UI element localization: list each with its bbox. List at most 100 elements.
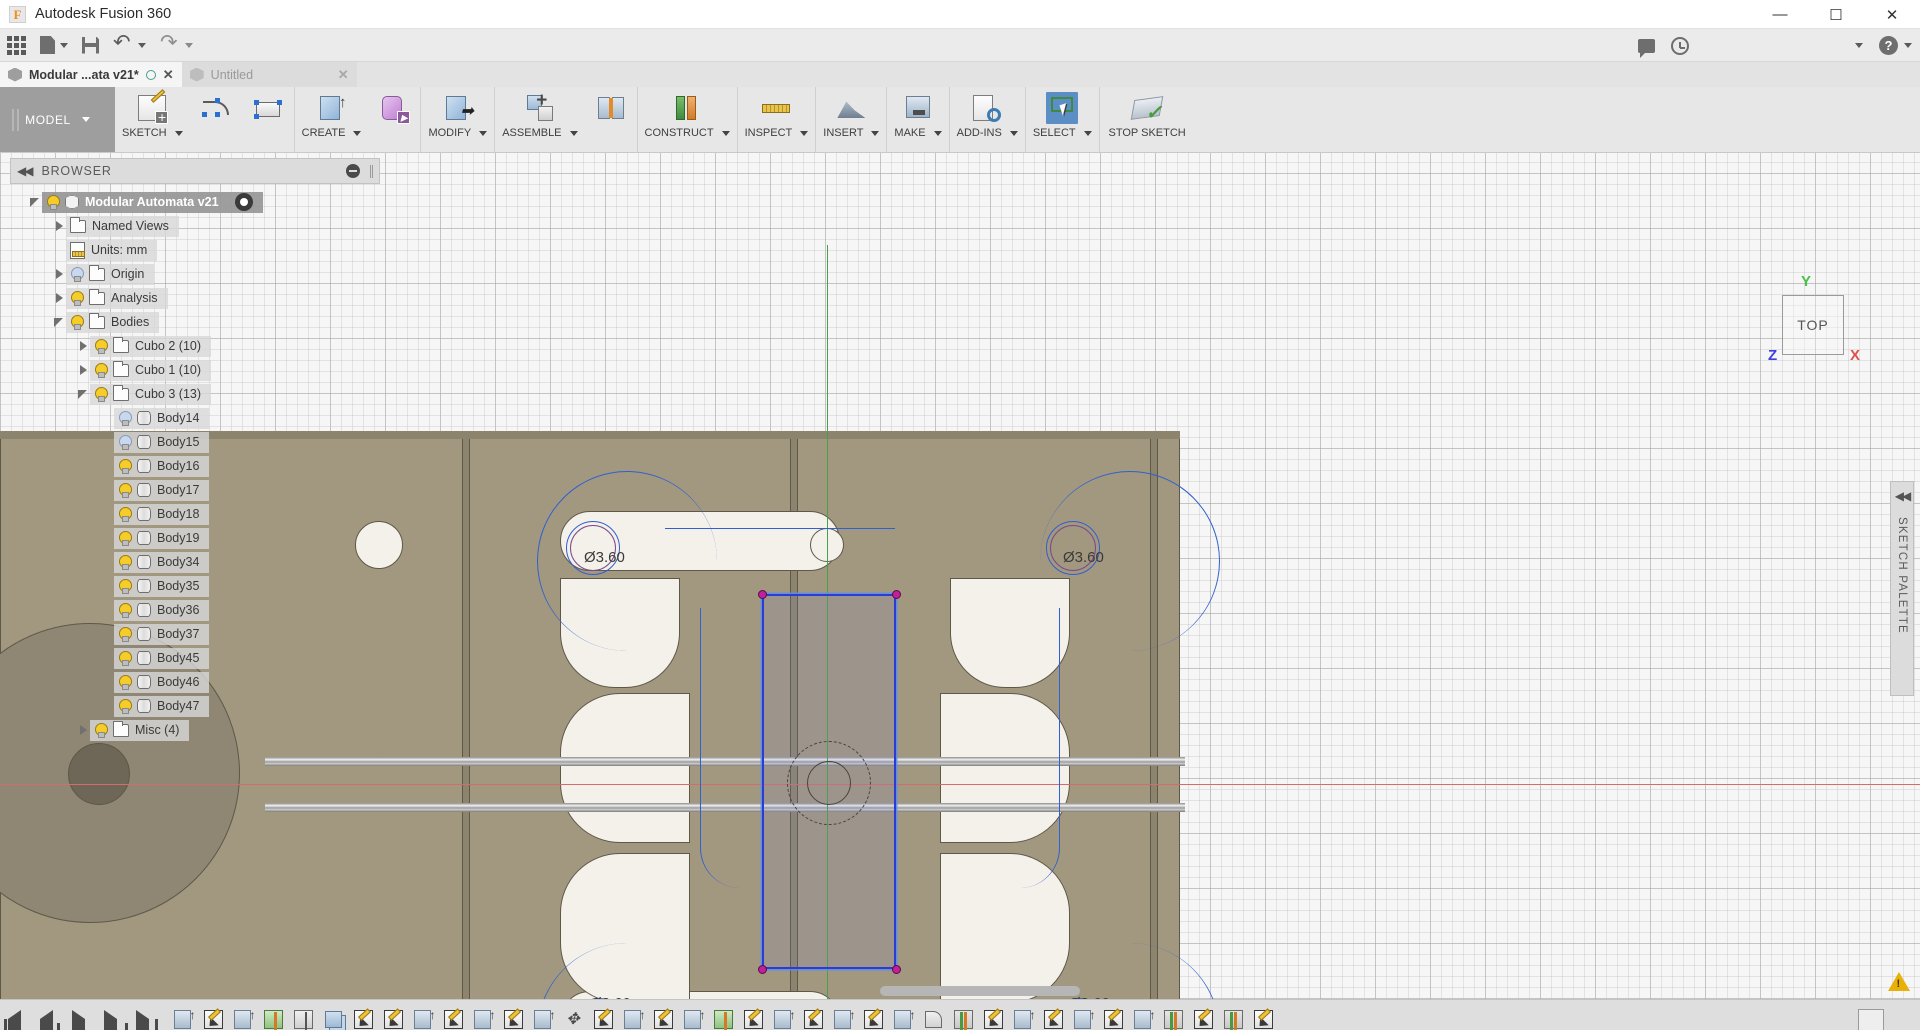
timeline-feature-component[interactable] — [1158, 1008, 1188, 1030]
select-tool-button[interactable]: SELECT — [1026, 87, 1099, 152]
undo-button[interactable] — [106, 29, 153, 62]
tree-item-body37[interactable]: Body37 — [10, 622, 380, 646]
horizontal-scrollbar[interactable] — [10, 986, 1100, 997]
timeline-feature-extrude[interactable]: ↑ — [408, 1008, 438, 1030]
tree-item-content[interactable]: Body15 — [114, 432, 209, 453]
minimize-icon[interactable] — [346, 164, 360, 178]
tree-item-body14[interactable]: Body14 — [10, 406, 380, 430]
three-d-print-button[interactable]: MAKE — [887, 87, 948, 152]
visibility-bulb-icon[interactable] — [94, 339, 107, 354]
stop-sketch-button[interactable]: ✓ STOP SKETCH — [1100, 87, 1195, 152]
redo-button[interactable] — [153, 29, 200, 62]
visibility-bulb-icon[interactable] — [118, 555, 131, 570]
press-pull-button[interactable]: ➡ MODIFY — [421, 87, 494, 152]
tree-item-content[interactable]: Cubo 3 (13) — [90, 384, 211, 405]
offset-plane-button[interactable]: CONSTRUCT — [638, 87, 737, 152]
timeline-feature-pattern[interactable] — [318, 1008, 348, 1030]
spline-button[interactable] — [190, 87, 242, 152]
view-cube[interactable]: TOP Y X Z — [1760, 275, 1860, 375]
visibility-bulb-icon[interactable] — [118, 627, 131, 642]
timeline-feature-sketch[interactable] — [1188, 1008, 1218, 1030]
tree-item-body36[interactable]: Body36 — [10, 598, 380, 622]
joint-button[interactable] — [585, 87, 637, 152]
tree-item-cubo-1-10[interactable]: Cubo 1 (10) — [10, 358, 380, 382]
timeline-feature-sketch[interactable] — [1038, 1008, 1068, 1030]
tree-item-body18[interactable]: Body18 — [10, 502, 380, 526]
timeline-feature-extrude[interactable]: ↑ — [1128, 1008, 1158, 1030]
timeline-feature-sketch[interactable] — [648, 1008, 678, 1030]
tree-item-content[interactable]: Bodies — [66, 312, 159, 333]
tree-item-body17[interactable]: Body17 — [10, 478, 380, 502]
scrollbar-thumb[interactable] — [880, 986, 1080, 996]
timeline-feature-sketch[interactable] — [1098, 1008, 1128, 1030]
tree-item-content[interactable]: Body18 — [114, 504, 209, 525]
tree-item-content[interactable]: Body16 — [114, 456, 209, 477]
tree-item-content[interactable]: Body45 — [114, 648, 209, 669]
expander-closed-icon[interactable] — [52, 291, 66, 305]
go-to-beginning-button[interactable] — [8, 1019, 26, 1030]
timeline-feature-extrude[interactable]: ↑ — [618, 1008, 648, 1030]
tree-item-analysis[interactable]: Analysis — [10, 286, 380, 310]
create-sketch-button[interactable]: + SKETCH — [115, 87, 190, 152]
workspace-switcher[interactable]: MODEL — [0, 87, 115, 152]
timeline-feature-sketch[interactable] — [978, 1008, 1008, 1030]
tree-item-body16[interactable]: Body16 — [10, 454, 380, 478]
timeline-feature-extrude[interactable]: ↑ — [678, 1008, 708, 1030]
visibility-bulb-icon[interactable] — [118, 699, 131, 714]
tree-item-content[interactable]: Body47 — [114, 696, 209, 717]
tree-item-content[interactable]: Misc (4) — [90, 720, 189, 741]
timeline-feature-sketch[interactable] — [588, 1008, 618, 1030]
visibility-bulb-icon[interactable] — [94, 387, 107, 402]
minimize-button[interactable]: — — [1752, 0, 1808, 29]
timeline-feature-sketch[interactable] — [858, 1008, 888, 1030]
close-button[interactable]: ✕ — [1864, 0, 1920, 29]
timeline-feature-sketch[interactable] — [198, 1008, 228, 1030]
tree-item-content[interactable]: Body14 — [114, 408, 209, 429]
tree-item-bodies[interactable]: Bodies — [10, 310, 380, 334]
tree-item-cubo-2-10[interactable]: Cubo 2 (10) — [10, 334, 380, 358]
expander-closed-icon[interactable] — [76, 723, 90, 737]
extrude-button[interactable]: ↑ CREATE — [295, 87, 369, 152]
tree-item-origin[interactable]: Origin — [10, 262, 380, 286]
timeline-feature-extrude[interactable]: ↑ — [228, 1008, 258, 1030]
tree-item-cubo-3-13[interactable]: Cubo 3 (13) — [10, 382, 380, 406]
collapse-left-icon[interactable]: ◀◀ — [1895, 489, 1909, 503]
new-component-button[interactable]: + ASSEMBLE — [495, 87, 584, 152]
play-button[interactable] — [72, 1019, 90, 1030]
visibility-bulb-icon[interactable] — [118, 459, 131, 474]
dimension-label[interactable]: Ø3.60 — [584, 549, 625, 566]
visibility-bulb-icon[interactable] — [70, 291, 83, 306]
dimension-label[interactable]: Ø3.60 — [1063, 549, 1104, 566]
visibility-bulb-icon[interactable] — [46, 195, 59, 210]
timeline-feature-sketch[interactable] — [348, 1008, 378, 1030]
tree-item-content[interactable]: Body19 — [114, 528, 209, 549]
tree-item-root[interactable]: Modular Automata v21 — [10, 190, 380, 214]
visibility-bulb-icon[interactable] — [118, 603, 131, 618]
tree-item-body46[interactable]: Body46 — [10, 670, 380, 694]
timeline-end-marker[interactable] — [1858, 1009, 1884, 1030]
measure-button[interactable]: INSPECT — [738, 87, 816, 152]
timeline-feature-extrude[interactable]: ↑ — [468, 1008, 498, 1030]
tree-item-content[interactable]: Body36 — [114, 600, 209, 621]
timeline-feature-mirror[interactable] — [288, 1008, 318, 1030]
expander-closed-icon[interactable] — [76, 339, 90, 353]
warning-icon[interactable] — [1888, 972, 1910, 991]
visibility-bulb-icon[interactable] — [118, 483, 131, 498]
timeline-feature-sketch[interactable] — [1248, 1008, 1278, 1030]
visibility-bulb-icon[interactable] — [118, 675, 131, 690]
scripts-addins-button[interactable]: ADD-INS — [950, 87, 1025, 152]
visibility-bulb-icon[interactable] — [118, 507, 131, 522]
tree-item-misc-4[interactable]: Misc (4) — [10, 718, 380, 742]
visibility-bulb-icon[interactable] — [118, 435, 131, 450]
insert-mcmaster-button[interactable]: INSERT — [816, 87, 886, 152]
comment-icon[interactable] — [1638, 39, 1655, 53]
clock-icon[interactable] — [1671, 37, 1689, 55]
grip-icon[interactable] — [370, 165, 373, 178]
tree-item-units-mm[interactable]: Units: mm — [10, 238, 380, 262]
tab-modular-automata[interactable]: Modular ...ata v21* ✕ — [0, 62, 182, 87]
timeline-feature-sketch[interactable] — [378, 1008, 408, 1030]
visibility-bulb-icon[interactable] — [118, 411, 131, 426]
new-document-button[interactable] — [33, 29, 75, 62]
tree-item-body47[interactable]: Body47 — [10, 694, 380, 718]
expander-closed-icon[interactable] — [52, 267, 66, 281]
